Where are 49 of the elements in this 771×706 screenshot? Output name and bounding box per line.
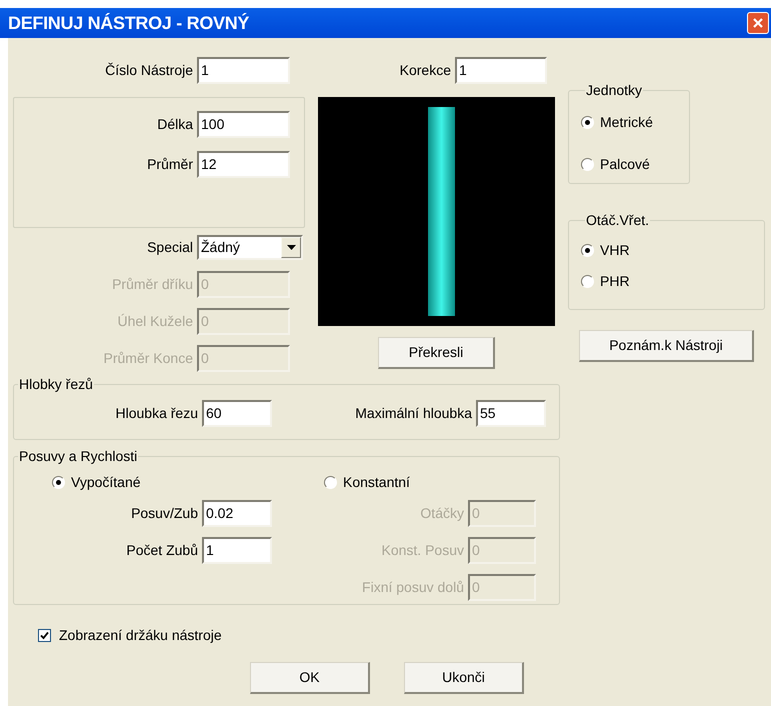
field-label: Posuv/Zub <box>130 504 199 522</box>
radio-label: VHR <box>600 240 630 260</box>
push-button[interactable]: Překresli <box>378 337 495 369</box>
field-label: Průměr <box>146 154 194 174</box>
field-label: Úhel Kužele <box>116 312 194 330</box>
input-field[interactable]: 1 <box>455 56 547 84</box>
input-field[interactable]: 0.02 <box>202 500 272 526</box>
input-field[interactable]: 1 <box>202 536 272 564</box>
radio-label: Metrické <box>600 112 653 132</box>
group-title: Jednotky <box>585 81 644 100</box>
radio-label: Palcové <box>600 154 650 174</box>
push-button[interactable]: OK <box>250 662 370 694</box>
caret-icon[interactable] <box>281 236 301 258</box>
input-field[interactable]: 100 <box>197 110 290 138</box>
radio-label: Konstantní <box>343 472 410 492</box>
field-label: Průměr Konce <box>102 348 194 368</box>
close-icon[interactable] <box>747 12 769 34</box>
window-title: DEFINUJ NÁSTROJ - ROVNÝ <box>8 12 250 34</box>
field-label: Průměr dříku <box>111 274 194 294</box>
radio-button[interactable] <box>581 158 594 170</box>
dropdown[interactable]: Žádný <box>197 234 303 260</box>
field-label: Korekce <box>398 60 452 80</box>
field-label: Hloubka řezu <box>114 404 199 422</box>
input-field[interactable]: 12 <box>197 150 290 178</box>
checkbox[interactable] <box>38 629 51 642</box>
group-title: Hlobky řezů <box>18 375 94 394</box>
group-title: Otáč.Vřet. <box>585 211 650 230</box>
push-button[interactable]: Poznám.k Nástroji <box>579 330 754 362</box>
push-button[interactable]: Ukonči <box>404 662 524 694</box>
field-label: Konst. Posuv <box>380 540 465 560</box>
input-field[interactable]: 60 <box>202 400 272 426</box>
radio-button[interactable] <box>581 116 594 128</box>
radio-button[interactable] <box>581 274 594 288</box>
field-label: Special <box>146 238 194 257</box>
field-label: Číslo Nástroje <box>104 60 194 80</box>
field-label: Fixní posuv dolů <box>361 578 465 597</box>
input-field[interactable]: 55 <box>476 400 546 426</box>
group-title: Posuvy a Rychlosti <box>18 447 138 466</box>
field-label: Počet Zubů <box>125 540 199 560</box>
field-label: Otáčky <box>419 504 465 523</box>
radio-button[interactable] <box>581 244 594 256</box>
radio-label: PHR <box>600 272 630 290</box>
radio-button[interactable] <box>52 476 65 488</box>
field-label: Délka <box>156 114 194 134</box>
field-label: Maximální hloubka <box>354 404 473 422</box>
input-field[interactable]: 1 <box>197 56 290 84</box>
radio-label: Vypočítané <box>71 472 141 492</box>
checkbox-label: Zobrazení držáku nástroje <box>59 626 222 645</box>
radio-button[interactable] <box>324 476 337 488</box>
